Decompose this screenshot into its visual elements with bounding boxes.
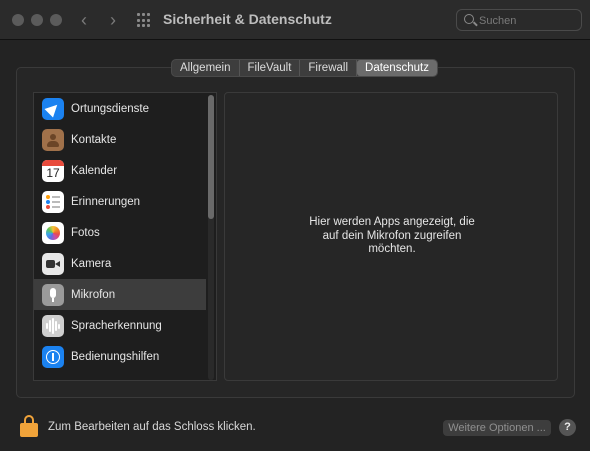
microphone-icon xyxy=(42,283,64,306)
lock-icon[interactable] xyxy=(20,415,38,437)
close-window-button[interactable] xyxy=(12,14,24,26)
calendar-icon: 17 xyxy=(42,159,64,182)
speech-recognition-icon xyxy=(42,314,64,337)
list-item-spracherkennung[interactable]: Spracherkennung xyxy=(34,310,206,341)
search-field[interactable] xyxy=(456,9,582,31)
list-item-ortungsdienste[interactable]: Ortungsdienste xyxy=(34,93,206,124)
tab-filevault[interactable]: FileVault xyxy=(240,60,301,76)
show-all-grid-icon[interactable] xyxy=(137,13,152,28)
scrollbar-thumb[interactable] xyxy=(208,95,214,219)
list-item-kamera[interactable]: Kamera xyxy=(34,248,206,279)
contacts-icon xyxy=(42,128,64,151)
title-bar: ‹ › Sicherheit & Datenschutz xyxy=(0,0,590,40)
list-scrollbar[interactable] xyxy=(208,95,214,380)
chevron-left-icon[interactable]: ‹ xyxy=(74,9,94,31)
minimize-window-button[interactable] xyxy=(31,14,43,26)
list-item-erinnerungen[interactable]: Erinnerungen xyxy=(34,186,206,217)
list-item-label: Spracherkennung xyxy=(71,319,162,332)
privacy-category-list[interactable]: Ortungsdienste Kontakte 17 Kalender Erin… xyxy=(33,92,217,381)
photos-icon xyxy=(42,221,64,244)
calendar-icon-day: 17 xyxy=(46,165,60,180)
preferences-window: ‹ › Sicherheit & Datenschutz Allgemein F… xyxy=(0,0,590,451)
camera-icon xyxy=(42,252,64,275)
list-item-label: Kontakte xyxy=(71,133,117,146)
list-item-bedienungshilfen[interactable]: Bedienungshilfen xyxy=(34,341,206,372)
tab-datenschutz[interactable]: Datenschutz xyxy=(357,60,437,76)
list-item-label: Erinnerungen xyxy=(71,195,141,208)
lock-hint-text: Zum Bearbeiten auf das Schloss klicken. xyxy=(48,421,256,433)
list-item-label: Fotos xyxy=(71,226,100,239)
more-options-button[interactable]: Weitere Optionen ... xyxy=(443,420,551,436)
list-item-label: Mikrofon xyxy=(71,288,116,301)
list-item-mikrofon[interactable]: Mikrofon xyxy=(34,279,206,310)
tab-allgemein[interactable]: Allgemein xyxy=(172,60,240,76)
list-item-kalender[interactable]: 17 Kalender xyxy=(34,155,206,186)
reminders-icon xyxy=(42,190,64,213)
search-icon xyxy=(464,14,474,24)
list-item-label: Kalender xyxy=(71,164,118,177)
list-item-label: Bedienungshilfen xyxy=(71,350,160,363)
list-item-label: Kamera xyxy=(71,257,112,270)
list-item-kontakte[interactable]: Kontakte xyxy=(34,124,206,155)
location-arrow-icon xyxy=(42,97,64,120)
accessibility-icon xyxy=(42,345,64,368)
list-item-fotos[interactable]: Fotos xyxy=(34,217,206,248)
zoom-window-button[interactable] xyxy=(50,14,62,26)
tab-firewall[interactable]: Firewall xyxy=(300,60,358,76)
chevron-right-icon[interactable]: › xyxy=(103,9,123,31)
list-item-label: Ortungsdienste xyxy=(71,102,149,115)
empty-state-message: Hier werden Apps angezeigt, die auf dein… xyxy=(309,216,475,255)
search-input[interactable] xyxy=(479,13,577,28)
tab-bar: Allgemein FileVault Firewall Datenschutz xyxy=(171,59,438,77)
window-title: Sicherheit & Datenschutz xyxy=(163,11,332,27)
detail-panel: Hier werden Apps angezeigt, die auf dein… xyxy=(224,92,558,381)
help-button[interactable]: ? xyxy=(559,419,576,436)
